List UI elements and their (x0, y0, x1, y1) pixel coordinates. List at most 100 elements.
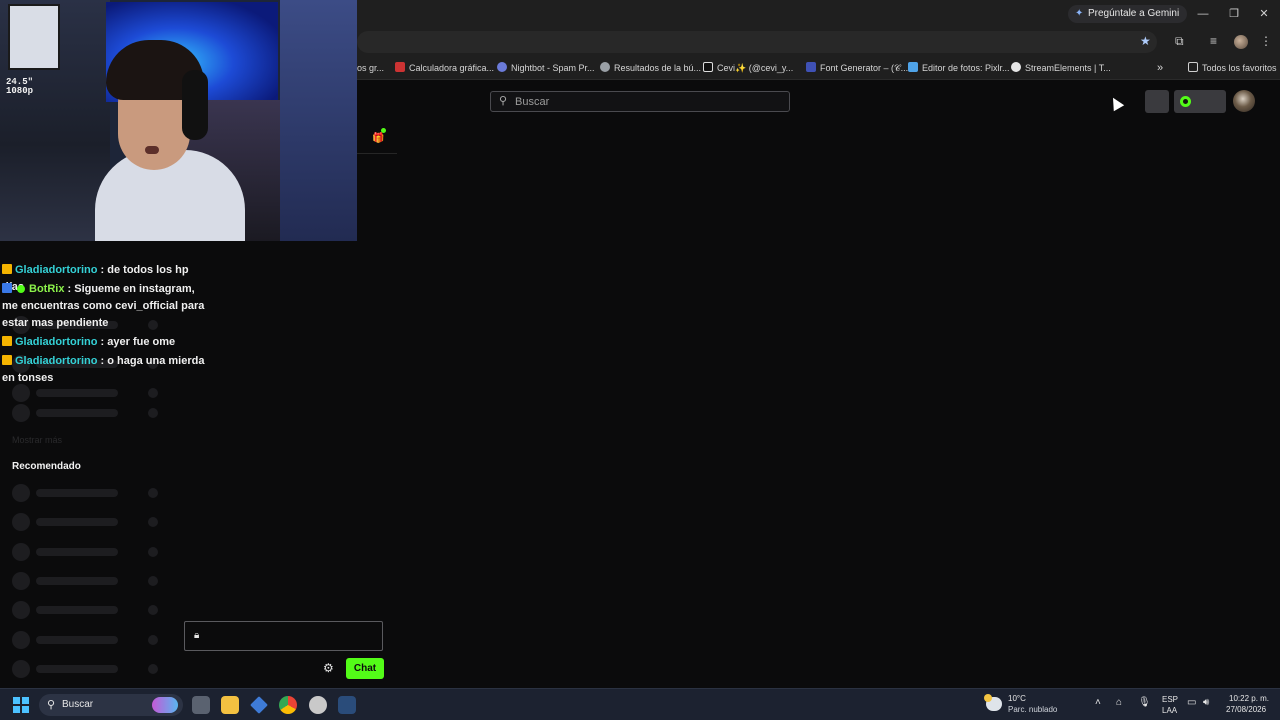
minimize-button[interactable]: — (1194, 5, 1212, 23)
sidebar-skeleton-row (12, 601, 162, 619)
extensions-icon[interactable]: ⧉ (1175, 34, 1184, 49)
kick-coin-icon (1180, 96, 1191, 107)
taskbar-search[interactable]: ⚲ Buscar (39, 694, 183, 716)
chat-username[interactable]: Gladiadortorino (15, 355, 98, 367)
restore-button[interactable]: ❐ (1225, 5, 1243, 23)
weather-temperature: 10°C (1008, 694, 1026, 703)
send-chat-button[interactable]: Chat (346, 658, 384, 679)
media-controls-icon[interactable]: ≡ (1210, 34, 1217, 48)
obs-icon[interactable] (309, 696, 327, 714)
gift-icon[interactable]: 🎁 (372, 133, 384, 144)
windows-taskbar: ⚲ Buscar 10°C Parc. nublado ˄ ⌂ 🎙︎ ESP L… (0, 688, 1280, 720)
nightbot-icon (497, 62, 507, 72)
mouse-cursor-icon (1107, 94, 1125, 112)
user-avatar[interactable] (1233, 90, 1255, 112)
webcam-background-right (280, 0, 357, 241)
crown-badge-icon (2, 264, 12, 274)
gemini-spark-icon: ✦ (1075, 8, 1084, 19)
verified-badge-icon (17, 285, 25, 293)
search-icon: ⚲ (47, 699, 56, 711)
crown-badge-icon (2, 336, 12, 346)
webcam-overlay: 24.5" 1080p (0, 0, 357, 241)
webcam-person-mouth (145, 146, 159, 154)
webcam-poster (8, 4, 60, 70)
monitor-resolution-label: 1080p (6, 86, 34, 96)
taskbar-date[interactable]: 27/08/2026 (1226, 705, 1266, 714)
input-language[interactable]: ESP (1162, 695, 1178, 704)
sidebar-skeleton-row (12, 484, 162, 502)
pixlr-icon (908, 62, 918, 72)
search-icon: ⚲ (499, 95, 508, 107)
chat-input[interactable]: 🔒︎ (184, 621, 383, 651)
windows-start-icon[interactable] (13, 697, 29, 713)
address-bar[interactable] (357, 31, 1157, 53)
chrome-icon[interactable] (279, 696, 297, 714)
chat-text: : ayer fue ome (97, 336, 176, 348)
keyboard-layout[interactable]: LAA (1162, 706, 1177, 715)
bookmark-label: Font Generator – (𝒞... (820, 63, 909, 73)
globe-icon (600, 62, 610, 72)
sidebar-skeleton-row (12, 631, 162, 649)
steam-icon[interactable] (338, 696, 356, 714)
recommended-heading: Recomendado (12, 461, 81, 472)
chat-message: Gladiadortorino : o haga una mierda en t… (2, 353, 212, 387)
header-action-button[interactable] (1145, 90, 1169, 113)
ask-gemini-button[interactable]: ✦ Pregúntale a Gemini (1068, 5, 1188, 23)
file-explorer-icon[interactable] (221, 696, 239, 714)
ask-gemini-label: Pregúntale a Gemini (1088, 8, 1180, 19)
bookmark-item[interactable]: Resultados de la bú... (600, 61, 701, 75)
bookmark-item[interactable]: StreamElements | T... (1011, 61, 1111, 75)
divider (357, 153, 397, 154)
notification-dot (381, 128, 386, 133)
screen: ✦ Pregúntale a Gemini — ❐ ✕ ★ ⧉ ≡ ⋮ os g… (0, 0, 1280, 720)
chat-settings-gear-icon[interactable]: ⚙ (323, 661, 334, 675)
sidebar-skeleton-row (12, 660, 162, 678)
taskbar-search-label: Buscar (62, 699, 94, 710)
bookmark-label: os gr... (357, 63, 385, 73)
show-more-link[interactable]: Mostrar más (12, 435, 62, 445)
bookmark-item[interactable]: os gr... (357, 61, 384, 75)
app-diamond-icon[interactable] (250, 696, 268, 714)
folder-icon (1188, 62, 1198, 72)
volume-icon[interactable]: 🔊︎ (1203, 697, 1209, 708)
bookmarks-overflow-button[interactable]: » (1157, 61, 1163, 75)
tiktok-icon (703, 62, 713, 72)
weather-description: Parc. nublado (1008, 705, 1058, 714)
webcam-headset (182, 70, 208, 140)
sidebar-skeleton-row (12, 404, 162, 422)
sidebar-skeleton-row (12, 572, 162, 590)
bookmark-label: Calculadora gráfica... (409, 63, 495, 73)
browser-menu-icon[interactable]: ⋮ (1260, 34, 1272, 48)
bookmark-item[interactable]: Nightbot - Spam Pr... (497, 61, 595, 75)
crown-badge-icon (2, 355, 12, 365)
chat-username[interactable]: BotRix (29, 283, 64, 295)
weather-icon[interactable] (984, 694, 1002, 711)
chat-username[interactable]: Gladiadortorino (15, 264, 98, 276)
desmos-icon (395, 62, 405, 72)
webcam-monitor-label: 24.5" 1080p (6, 78, 33, 96)
all-favorites-folder[interactable]: Todos los favoritos (1188, 61, 1277, 75)
site-search[interactable]: ⚲ (490, 91, 790, 112)
bookmark-label: StreamElements | T... (1025, 63, 1111, 73)
lock-icon: 🔒︎ (194, 630, 200, 641)
sidebar-skeleton-row (12, 513, 162, 531)
task-view-icon[interactable] (192, 696, 210, 714)
streamelements-icon (1011, 62, 1021, 72)
close-window-button[interactable]: ✕ (1255, 5, 1273, 23)
bookmark-item[interactable]: Font Generator – (𝒞... (806, 61, 908, 75)
tray-chevron-icon[interactable]: ˄ (1095, 697, 1101, 708)
taskbar-time[interactable]: 10:22 p. m. (1229, 694, 1269, 703)
chat-username[interactable]: Gladiadortorino (15, 336, 98, 348)
network-icon[interactable]: ⌂ (1116, 697, 1122, 708)
bookmark-star-icon[interactable]: ★ (1140, 34, 1151, 48)
browser-profile-avatar[interactable] (1234, 35, 1248, 49)
chat-message: Gladiadortorino : ayer fue ome (2, 334, 212, 351)
search-input[interactable] (515, 94, 775, 110)
bookmark-item[interactable]: Cevi✨ (@cevi_y... (703, 61, 793, 75)
bookmark-item[interactable]: Editor de fotos: Pixlr... (908, 61, 1010, 75)
display-icon[interactable]: ▭ (1187, 697, 1196, 708)
font-icon (806, 62, 816, 72)
microphone-icon[interactable]: 🎙︎ (1138, 697, 1151, 708)
bookmark-item[interactable]: Calculadora gráfica... (395, 61, 494, 75)
bookmark-label: Resultados de la bú... (614, 63, 702, 73)
